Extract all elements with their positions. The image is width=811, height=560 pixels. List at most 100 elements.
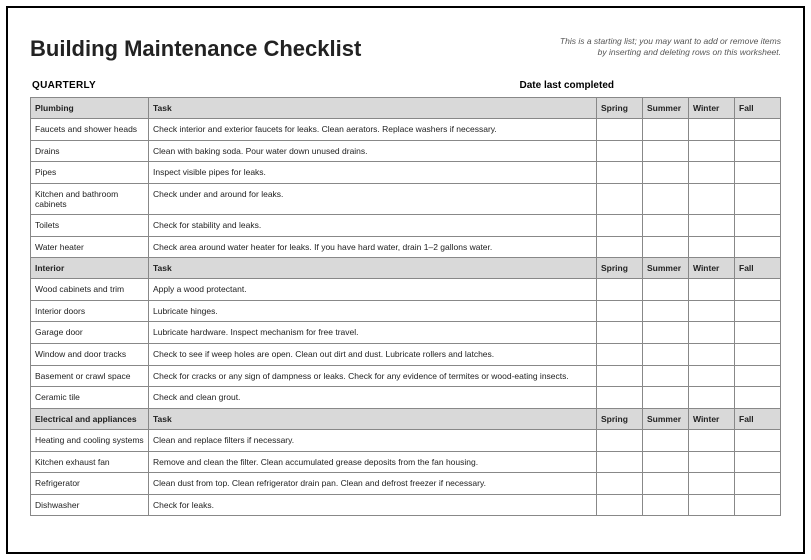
col-task: Task — [149, 98, 597, 119]
table-row: RefrigeratorClean dust from top. Clean r… — [31, 473, 781, 495]
item-cell: Heating and cooling systems — [31, 429, 149, 451]
spring-cell[interactable] — [597, 365, 643, 387]
spring-cell[interactable] — [597, 279, 643, 301]
section-header-row: Electrical and appliancesTaskSpringSumme… — [31, 408, 781, 429]
task-cell: Clean and replace filters if necessary. — [149, 429, 597, 451]
winter-cell[interactable] — [689, 344, 735, 366]
fall-cell[interactable] — [735, 279, 781, 301]
spring-cell[interactable] — [597, 494, 643, 516]
spring-cell[interactable] — [597, 162, 643, 184]
col-fall: Fall — [735, 258, 781, 279]
fall-cell[interactable] — [735, 162, 781, 184]
winter-cell[interactable] — [689, 236, 735, 258]
summer-cell[interactable] — [643, 214, 689, 236]
summer-cell[interactable] — [643, 494, 689, 516]
fall-cell[interactable] — [735, 300, 781, 322]
item-cell: Basement or crawl space — [31, 365, 149, 387]
checklist-table: PlumbingTaskSpringSummerWinterFallFaucet… — [30, 97, 781, 516]
summer-cell[interactable] — [643, 387, 689, 409]
summer-cell[interactable] — [643, 322, 689, 344]
spring-cell[interactable] — [597, 183, 643, 214]
winter-cell[interactable] — [689, 322, 735, 344]
fall-cell[interactable] — [735, 183, 781, 214]
winter-cell[interactable] — [689, 365, 735, 387]
fall-cell[interactable] — [735, 387, 781, 409]
spring-cell[interactable] — [597, 236, 643, 258]
table-row: Interior doorsLubricate hinges. — [31, 300, 781, 322]
col-winter: Winter — [689, 258, 735, 279]
subtitle-line-1: This is a starting list; you may want to… — [560, 36, 781, 46]
winter-cell[interactable] — [689, 119, 735, 141]
winter-cell[interactable] — [689, 162, 735, 184]
summer-cell[interactable] — [643, 119, 689, 141]
col-spring: Spring — [597, 408, 643, 429]
col-summer: Summer — [643, 258, 689, 279]
spring-cell[interactable] — [597, 387, 643, 409]
table-row: Water heaterCheck area around water heat… — [31, 236, 781, 258]
spring-cell[interactable] — [597, 322, 643, 344]
spring-cell[interactable] — [597, 451, 643, 473]
winter-cell[interactable] — [689, 387, 735, 409]
table-row: Wood cabinets and trimApply a wood prote… — [31, 279, 781, 301]
fall-cell[interactable] — [735, 451, 781, 473]
table-row: PipesInspect visible pipes for leaks. — [31, 162, 781, 184]
winter-cell[interactable] — [689, 429, 735, 451]
table-row: Faucets and shower headsCheck interior a… — [31, 119, 781, 141]
table-row: ToiletsCheck for stability and leaks. — [31, 214, 781, 236]
winter-cell[interactable] — [689, 451, 735, 473]
winter-cell[interactable] — [689, 473, 735, 495]
table-row: DrainsClean with baking soda. Pour water… — [31, 140, 781, 162]
header-row: Building Maintenance Checklist This is a… — [30, 36, 781, 62]
fall-cell[interactable] — [735, 119, 781, 141]
fall-cell[interactable] — [735, 322, 781, 344]
fall-cell[interactable] — [735, 236, 781, 258]
winter-cell[interactable] — [689, 300, 735, 322]
item-cell: Dishwasher — [31, 494, 149, 516]
fall-cell[interactable] — [735, 214, 781, 236]
fall-cell[interactable] — [735, 344, 781, 366]
fall-cell[interactable] — [735, 140, 781, 162]
winter-cell[interactable] — [689, 494, 735, 516]
fall-cell[interactable] — [735, 494, 781, 516]
item-cell: Wood cabinets and trim — [31, 279, 149, 301]
winter-cell[interactable] — [689, 214, 735, 236]
summer-cell[interactable] — [643, 236, 689, 258]
summer-cell[interactable] — [643, 473, 689, 495]
spring-cell[interactable] — [597, 140, 643, 162]
period-label: QUARTERLY — [32, 80, 96, 91]
date-last-completed-label: Date last completed — [520, 80, 614, 91]
task-cell: Inspect visible pipes for leaks. — [149, 162, 597, 184]
summer-cell[interactable] — [643, 365, 689, 387]
summer-cell[interactable] — [643, 300, 689, 322]
task-cell: Check interior and exterior faucets for … — [149, 119, 597, 141]
winter-cell[interactable] — [689, 183, 735, 214]
summer-cell[interactable] — [643, 344, 689, 366]
col-spring: Spring — [597, 258, 643, 279]
col-fall: Fall — [735, 408, 781, 429]
spring-cell[interactable] — [597, 119, 643, 141]
spring-cell[interactable] — [597, 473, 643, 495]
summer-cell[interactable] — [643, 451, 689, 473]
fall-cell[interactable] — [735, 365, 781, 387]
summer-cell[interactable] — [643, 279, 689, 301]
fall-cell[interactable] — [735, 473, 781, 495]
table-row: Ceramic tileCheck and clean grout. — [31, 387, 781, 409]
winter-cell[interactable] — [689, 140, 735, 162]
col-task: Task — [149, 258, 597, 279]
winter-cell[interactable] — [689, 279, 735, 301]
task-cell: Check and clean grout. — [149, 387, 597, 409]
spring-cell[interactable] — [597, 300, 643, 322]
spring-cell[interactable] — [597, 429, 643, 451]
spring-cell[interactable] — [597, 344, 643, 366]
col-summer: Summer — [643, 408, 689, 429]
col-winter: Winter — [689, 408, 735, 429]
fall-cell[interactable] — [735, 429, 781, 451]
summer-cell[interactable] — [643, 429, 689, 451]
summer-cell[interactable] — [643, 162, 689, 184]
summer-cell[interactable] — [643, 140, 689, 162]
item-cell: Pipes — [31, 162, 149, 184]
item-cell: Window and door tracks — [31, 344, 149, 366]
spring-cell[interactable] — [597, 214, 643, 236]
summer-cell[interactable] — [643, 183, 689, 214]
task-cell: Check area around water heater for leaks… — [149, 236, 597, 258]
